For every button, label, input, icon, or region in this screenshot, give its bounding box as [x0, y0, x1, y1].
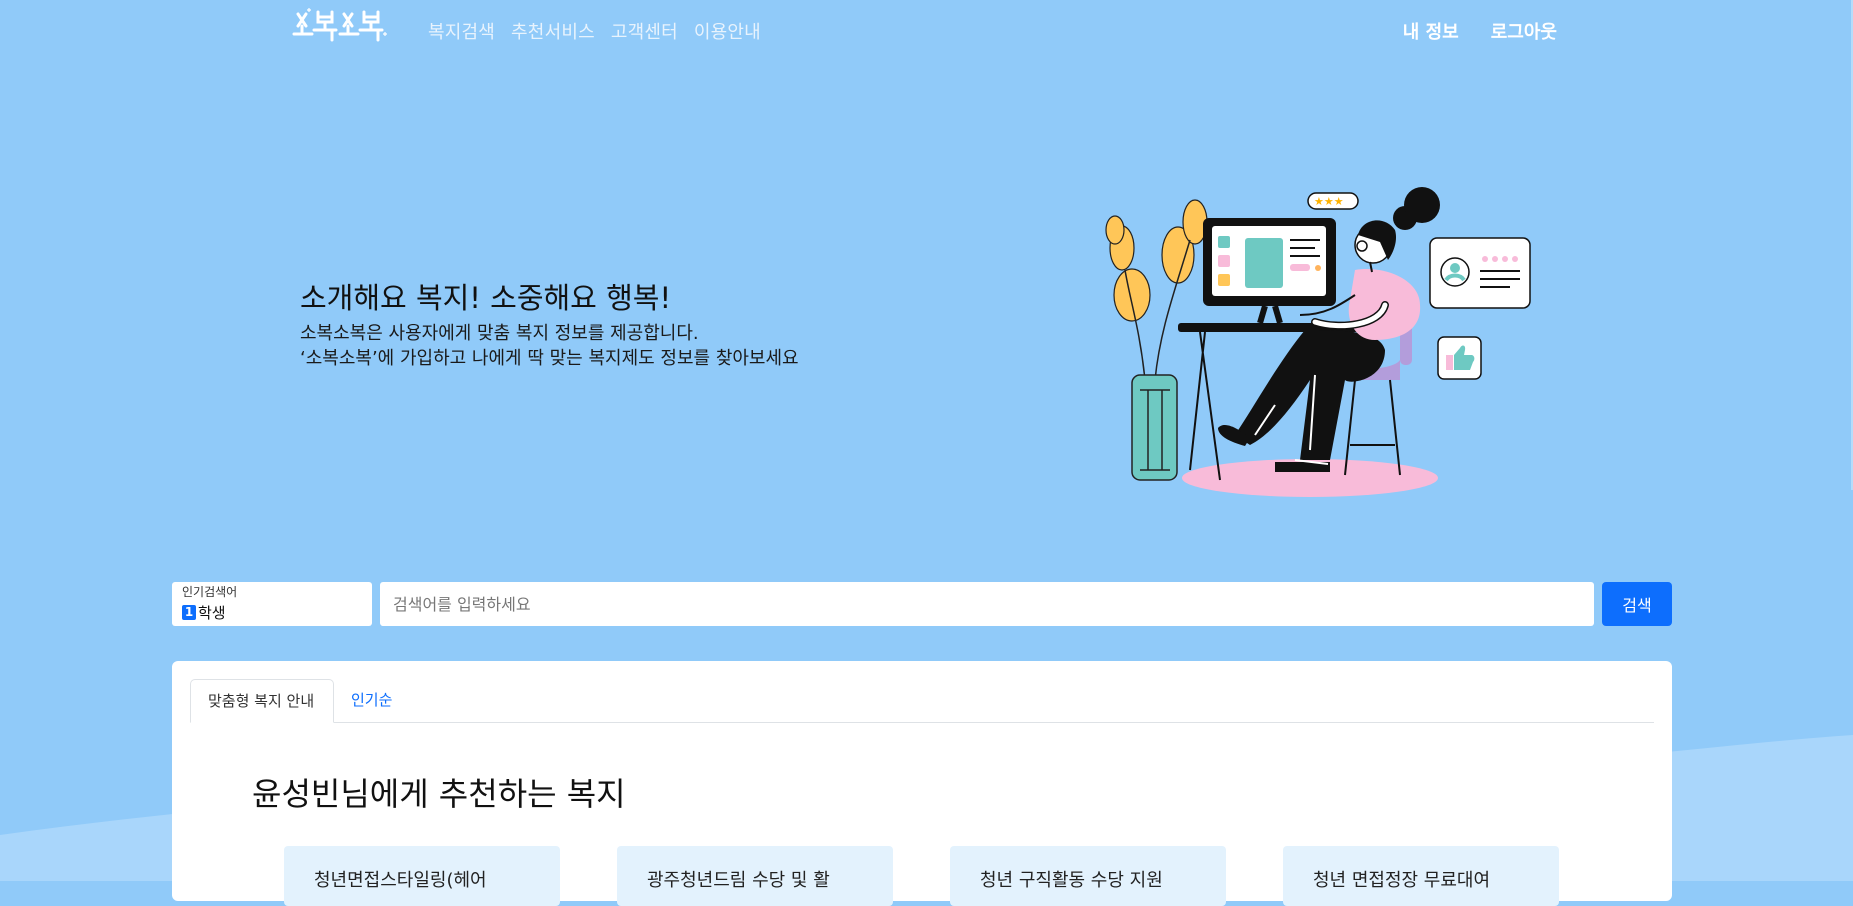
- popular-keywords-label: 인기검색어: [182, 585, 238, 599]
- tab-bar: 맞춤형 복지 안내 인기순: [190, 679, 1654, 723]
- recommendation-panel: 맞춤형 복지 안내 인기순 윤성빈님에게 추천하는 복지 청년면접스타일링(헤어…: [172, 661, 1672, 906]
- search-input[interactable]: [380, 582, 1594, 626]
- rank-badge: 1: [182, 605, 196, 620]
- hero-description-line-1: 소복소복은 사용자에게 맞춤 복지 정보를 제공합니다.: [300, 323, 699, 344]
- hero-description: 소복소복은 사용자에게 맞춤 복지 정보를 제공합니다. ‘소복소복’에 가입하…: [300, 321, 799, 371]
- popular-keyword-item[interactable]: 1 학생: [182, 602, 362, 623]
- svg-text:★★★: ★★★: [1314, 195, 1344, 208]
- top-navigation-bar: 복지검색 추천서비스 고객센터 이용안내 내 정보 로그아웃: [0, 0, 1853, 62]
- logo[interactable]: [292, 4, 390, 52]
- nav-recommend-service[interactable]: 추천서비스: [511, 18, 595, 44]
- user-nav: 내 정보 로그아웃: [1403, 18, 1557, 44]
- recommendation-card[interactable]: 청년면접스타일링(헤어: [284, 846, 560, 906]
- logout-link[interactable]: 로그아웃: [1491, 18, 1557, 44]
- nav-usage-guide[interactable]: 이용안내: [694, 18, 761, 44]
- recommendation-card[interactable]: 청년 구직활동 수당 지원: [950, 846, 1226, 906]
- popular-keywords-widget[interactable]: 인기검색어 1 학생: [172, 582, 372, 626]
- hero-illustration: ★★★: [1105, 187, 1531, 497]
- recommendation-card[interactable]: 청년 면접정장 무료대여: [1283, 846, 1559, 906]
- tab-popular[interactable]: 인기순: [334, 679, 409, 722]
- hero-description-line-2: ‘소복소복’에 가입하고 나에게 딱 맞는 복지제도 정보를 찾아보세요: [300, 348, 799, 369]
- recommendation-card[interactable]: 광주청년드림 수당 및 활: [617, 846, 893, 906]
- nav-welfare-search[interactable]: 복지검색: [428, 18, 495, 44]
- main-nav: 복지검색 추천서비스 고객센터 이용안내: [428, 18, 761, 44]
- tab-custom-welfare[interactable]: 맞춤형 복지 안내: [190, 679, 334, 723]
- search-button[interactable]: 검색: [1602, 582, 1672, 626]
- hero-title: 소개해요 복지! 소중해요 행복!: [300, 281, 672, 315]
- recommendation-title: 윤성빈님에게 추천하는 복지: [252, 775, 626, 813]
- my-info-link[interactable]: 내 정보: [1403, 18, 1459, 44]
- nav-customer-center[interactable]: 고객센터: [611, 18, 678, 44]
- logo-icon: [292, 8, 387, 42]
- popular-keyword-term: 학생: [198, 604, 226, 622]
